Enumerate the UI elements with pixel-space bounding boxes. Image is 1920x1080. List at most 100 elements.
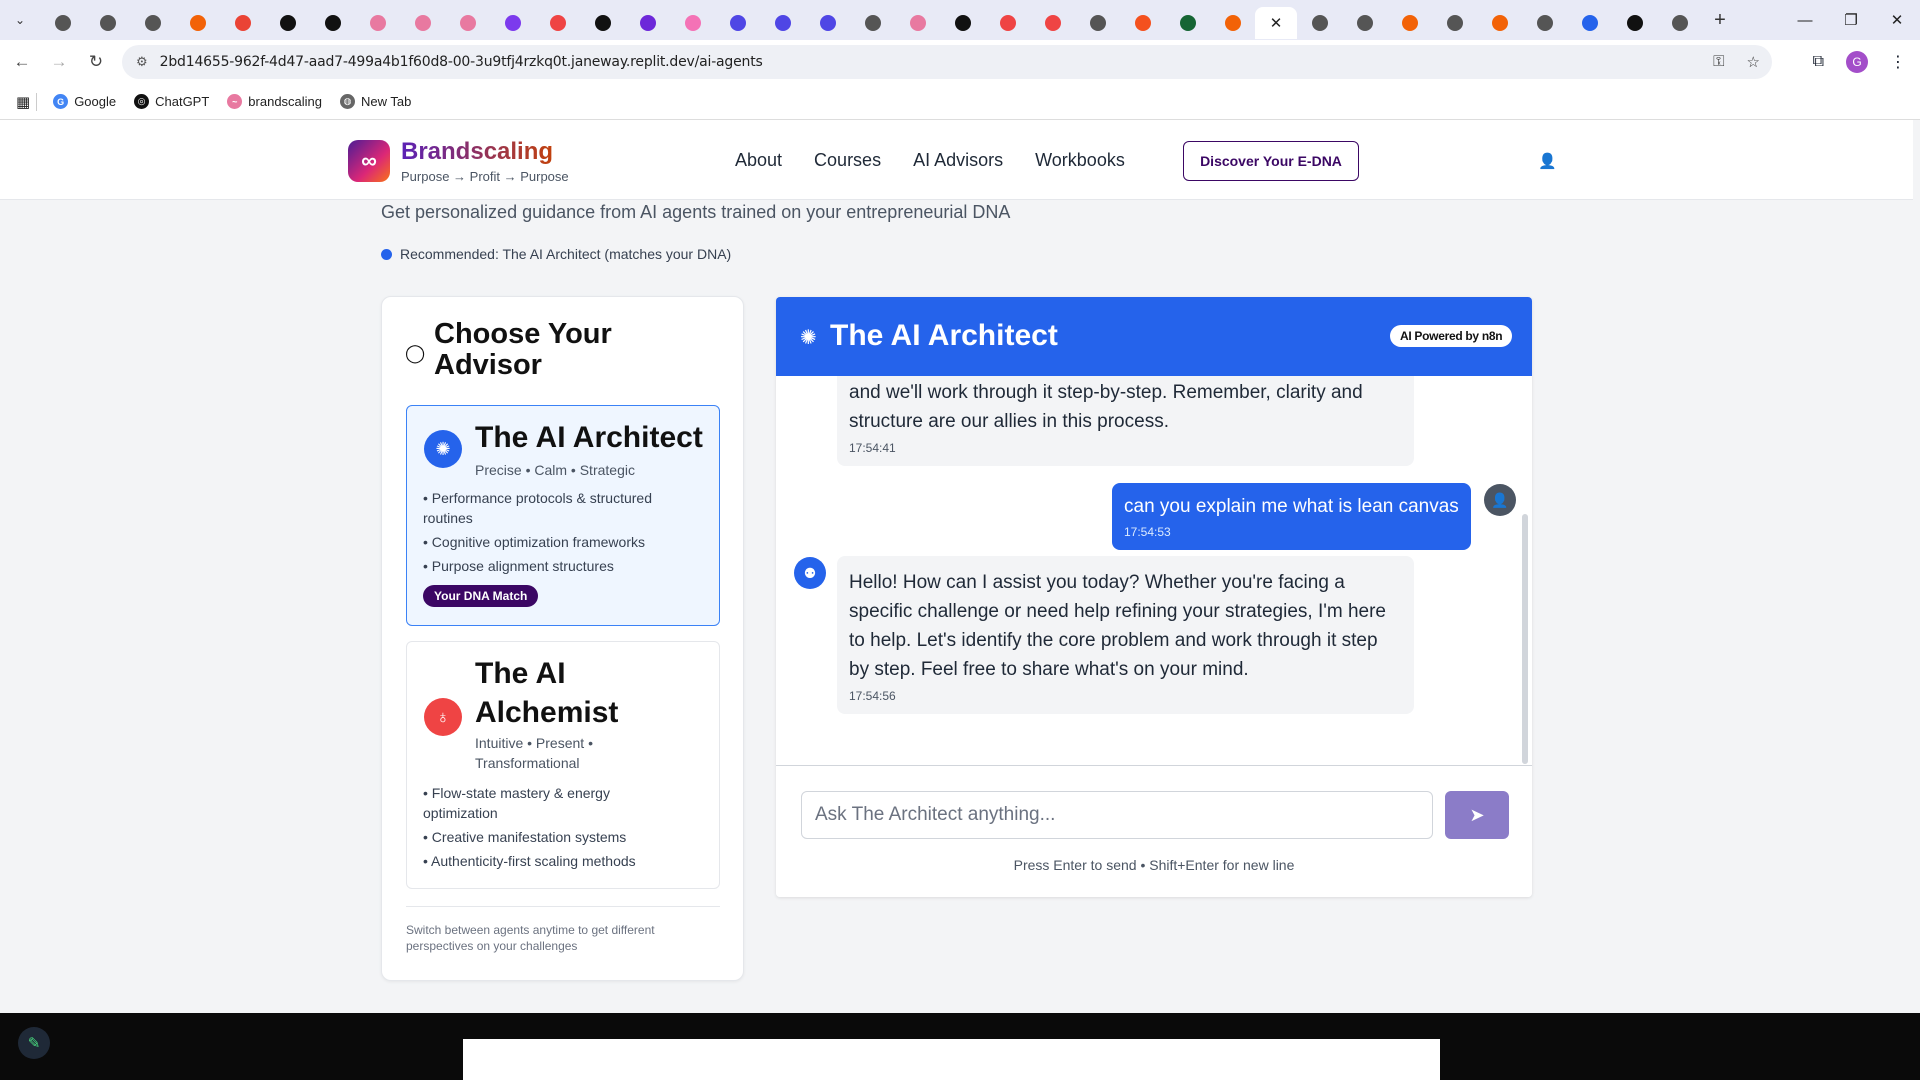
password-key-icon[interactable]: ⚿ (1713, 53, 1724, 71)
close-tab-icon[interactable]: ✕ (1270, 14, 1283, 32)
globe-icon (1311, 15, 1328, 31)
brand-name[interactable]: Brandscaling (401, 138, 553, 166)
menu-kebab-icon[interactable]: ⋮ (1890, 52, 1906, 72)
minimize-icon[interactable]: — (1782, 0, 1828, 40)
site-info-icon[interactable]: ⚙ (136, 54, 148, 70)
browser-tab[interactable] (1522, 7, 1567, 39)
reload-icon[interactable]: ↻ (81, 47, 111, 77)
browser-tab[interactable] (400, 7, 445, 39)
advisor-card-architect[interactable]: ✺ The AI Architect Precise • Calm • Stra… (406, 405, 720, 626)
browser-tab[interactable] (625, 7, 670, 39)
browser-tab[interactable] (895, 7, 940, 39)
tab-search-chevron-icon[interactable]: ⌄ (0, 0, 40, 40)
browser-tab[interactable] (1567, 7, 1612, 39)
browser-tab[interactable] (1075, 7, 1120, 39)
address-bar[interactable]: ⚙ 2bd14655-962f-4d47-aad7-499a4b1f60d8-0… (122, 45, 1772, 79)
browser-tab[interactable] (220, 7, 265, 39)
browser-tab[interactable] (175, 7, 220, 39)
target-icon (819, 15, 836, 31)
apps-grid-icon[interactable]: ▦ (16, 93, 30, 111)
browser-tab[interactable] (310, 7, 355, 39)
page-scrollbar[interactable] (1913, 120, 1920, 1013)
browser-tab[interactable] (1030, 7, 1075, 39)
profile-avatar[interactable]: G (1846, 51, 1868, 73)
browser-tab[interactable] (715, 7, 760, 39)
message-timestamp: 17:54:56 (849, 689, 896, 703)
message-list[interactable]: and we'll work through it step-by-step. … (776, 376, 1532, 766)
browser-tab[interactable] (40, 7, 85, 39)
new-tab-plus-icon[interactable]: + (1702, 9, 1738, 32)
browser-tab[interactable] (1612, 7, 1657, 39)
extension-icon (54, 15, 71, 31)
browser-tab[interactable] (1165, 7, 1210, 39)
discover-edna-button[interactable]: Discover Your E-DNA (1183, 141, 1359, 181)
message-text: can you explain me what is lean canvas (1124, 496, 1459, 517)
edit-pencil-icon[interactable]: ✎ (18, 1027, 50, 1059)
browser-tab[interactable] (445, 7, 490, 39)
browser-tab[interactable] (1432, 7, 1477, 39)
browser-tab[interactable] (805, 7, 850, 39)
globe-icon (1446, 15, 1463, 31)
bookmark-item[interactable]: G Google (53, 94, 116, 109)
brain-icon: ✺ (424, 430, 462, 468)
bot-avatar-icon: ⚉ (794, 557, 826, 589)
lightbulb-icon: ♁ (424, 698, 462, 736)
chat-input[interactable] (801, 791, 1433, 839)
browser-tab[interactable] (1477, 7, 1522, 39)
bookmark-item[interactable]: ◎ ChatGPT (134, 94, 209, 109)
restore-icon[interactable]: ❐ (1828, 0, 1874, 40)
browser-tab[interactable] (1657, 7, 1702, 39)
browser-tab[interactable] (985, 7, 1030, 39)
panel-divider (406, 906, 720, 907)
browser-tab[interactable] (940, 7, 985, 39)
tab-active[interactable]: ✕ (1255, 7, 1297, 39)
nav-courses[interactable]: Courses (814, 150, 881, 171)
back-arrow-icon[interactable]: ← (7, 47, 37, 77)
send-button[interactable]: ➤ (1445, 791, 1509, 839)
browser-tab[interactable] (580, 7, 625, 39)
extensions-puzzle-icon[interactable]: ⧉ (1813, 53, 1824, 71)
window-controls: — ❐ ✕ (1782, 0, 1920, 40)
browser-tab[interactable] (760, 7, 805, 39)
toolbar-right: ⧉ G ⋮ (1813, 40, 1920, 84)
bookmark-item[interactable]: ~ brandscaling (227, 94, 322, 109)
browser-tab[interactable] (85, 7, 130, 39)
bookmarks-bar: ▦ G Google ◎ ChatGPT ~ brandscaling ◍ New Tab (0, 84, 1920, 120)
send-paper-plane-icon: ➤ (1469, 804, 1485, 825)
browser-tab[interactable] (490, 7, 535, 39)
browser-tab[interactable] (670, 7, 715, 39)
replit-icon (189, 15, 206, 31)
bookmark-favicon-icon: ◎ (134, 94, 150, 109)
close-window-icon[interactable]: ✕ (1874, 0, 1920, 40)
browser-tab[interactable] (1297, 7, 1342, 39)
forward-arrow-icon[interactable]: → (44, 47, 74, 77)
browser-tab[interactable] (535, 7, 580, 39)
tab-list (40, 1, 1255, 39)
browser-tab[interactable] (265, 7, 310, 39)
bookmark-favicon-icon: ~ (227, 94, 243, 109)
bookmark-item[interactable]: ◍ New Tab (340, 94, 411, 109)
browser-tab[interactable] (355, 7, 400, 39)
nav-workbooks[interactable]: Workbooks (1035, 150, 1125, 171)
url-text[interactable]: 2bd14655-962f-4d47-aad7-499a4b1f60d8-00-… (160, 54, 763, 70)
browser-tab[interactable] (1210, 7, 1255, 39)
app-icon (594, 15, 611, 31)
user-account-icon[interactable]: 👤 (1538, 152, 1557, 170)
browser-tab[interactable] (1387, 7, 1432, 39)
app-icon (504, 15, 521, 31)
advisor-card-alchemist[interactable]: ♁ The AI Alchemist Intuitive • Present •… (406, 641, 720, 889)
bookmark-favicon-icon: G (53, 94, 69, 109)
message-text: and we'll work through it step-by-step. … (849, 382, 1363, 432)
browser-tab[interactable] (1342, 7, 1387, 39)
messages-scrollbar[interactable] (1522, 514, 1528, 764)
replit-icon (1401, 15, 1418, 31)
browser-tab[interactable] (850, 7, 895, 39)
nav-about[interactable]: About (735, 150, 782, 171)
nav-ai-advisors[interactable]: AI Advisors (913, 150, 1003, 171)
bookmark-star-icon[interactable]: ☆ (1747, 53, 1760, 71)
browser-tab[interactable] (130, 7, 175, 39)
chatgpt-icon (954, 15, 971, 31)
browser-tab[interactable] (1120, 7, 1165, 39)
chatgpt-icon (324, 15, 341, 31)
infinity-logo-icon[interactable]: ∞ (348, 140, 390, 182)
